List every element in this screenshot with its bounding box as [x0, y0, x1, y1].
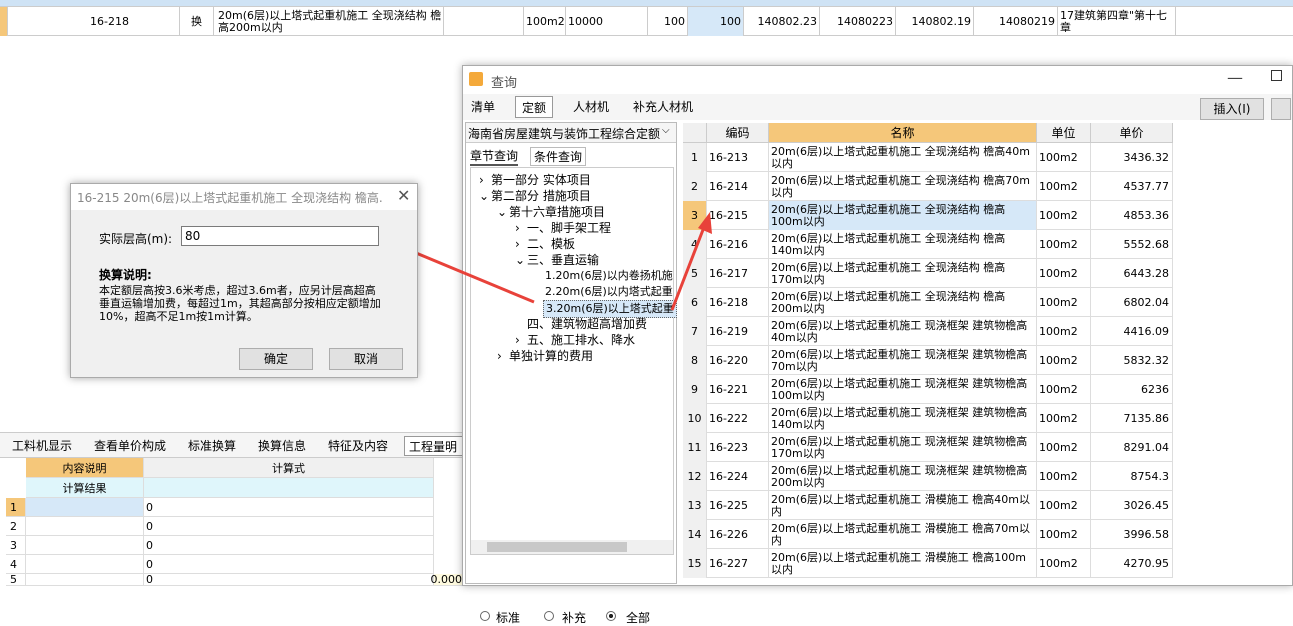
arrow-line: [670, 221, 708, 311]
height-input[interactable]: 80: [181, 226, 379, 246]
radio-supplement[interactable]: [544, 611, 554, 621]
desc-text: 本定额层高按3.6米考虑，超过3.6m者，应另计层高超高垂直运输增加费，每超过1…: [99, 284, 381, 323]
radio-supplement-label: 补充: [562, 611, 587, 625]
ok-button[interactable]: 确定: [239, 348, 313, 370]
radio-standard[interactable]: [480, 611, 490, 621]
desc-title: 换算说明:: [99, 268, 152, 282]
arrow-head: [698, 212, 712, 234]
height-label: 实际层高(m):: [99, 232, 173, 246]
close-icon[interactable]: ✕: [397, 186, 410, 205]
dialog-title: 16-215 20m(6层)以上塔式起重机施工 全现浇结构 檐高...: [77, 191, 382, 205]
dialog-titlebar: 16-215 20m(6层)以上塔式起重机施工 全现浇结构 檐高... ✕: [71, 184, 417, 210]
cancel-button[interactable]: 取消: [329, 348, 403, 370]
radio-all[interactable]: [606, 611, 616, 621]
radio-standard-label: 标准: [496, 611, 521, 625]
radio-all-label: 全部: [626, 611, 651, 625]
conversion-dialog: 16-215 20m(6层)以上塔式起重机施工 全现浇结构 檐高... ✕ 实际…: [70, 183, 418, 378]
